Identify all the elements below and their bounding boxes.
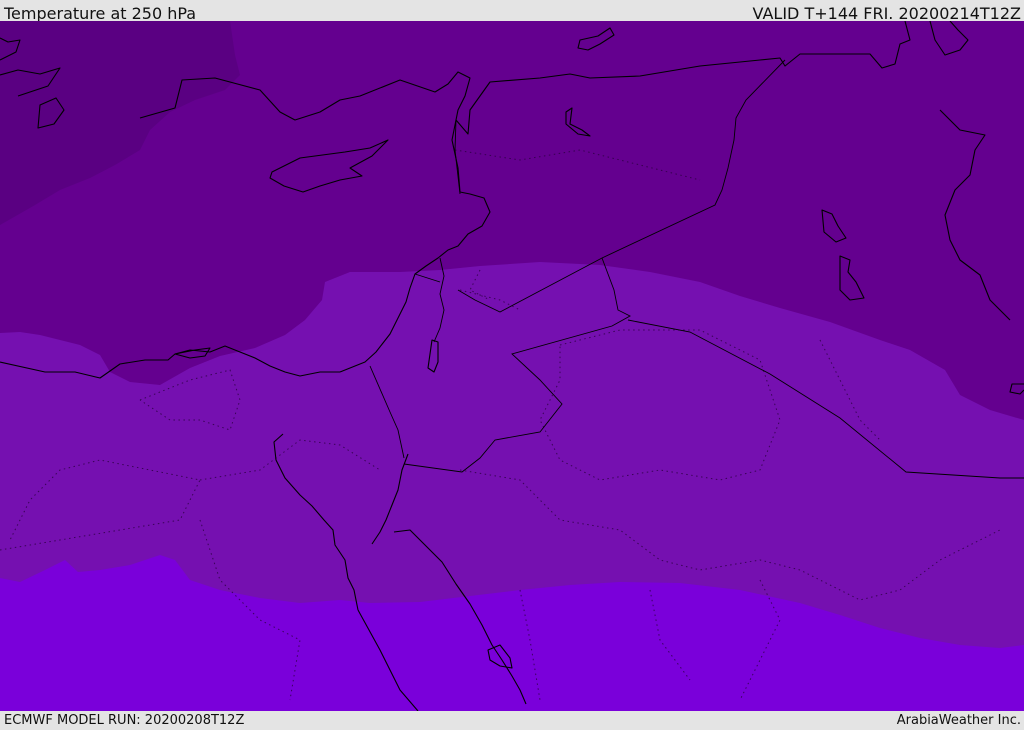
credit-label: ArabiaWeather Inc. bbox=[896, 713, 1021, 728]
model-run-label: ECMWF MODEL RUN: 20200208T12Z bbox=[4, 713, 245, 728]
footer-bar: ECMWF MODEL RUN: 20200208T12Z ArabiaWeat… bbox=[0, 711, 1024, 729]
header-bar: Temperature at 250 hPa VALID T+144 FRI. … bbox=[0, 0, 1024, 23]
temperature-map bbox=[0, 21, 1024, 711]
